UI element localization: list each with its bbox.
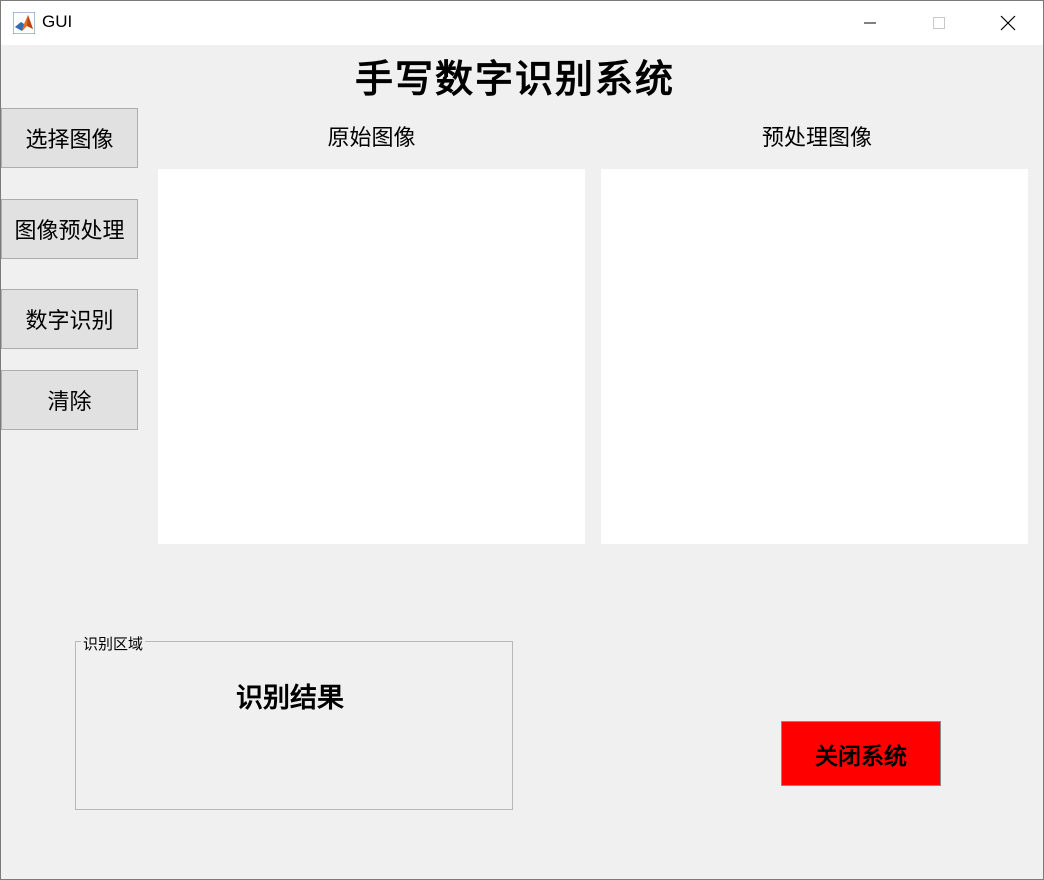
original-image-axes	[158, 169, 585, 544]
title-bar[interactable]: GUI	[1, 1, 1043, 45]
close-system-button[interactable]: 关闭系统	[781, 721, 941, 786]
recognition-result-text: 识别结果	[236, 683, 344, 714]
window-title: GUI	[42, 12, 73, 31]
matlab-icon	[13, 12, 35, 34]
clear-button[interactable]: 清除	[1, 370, 138, 430]
preprocess-image-button[interactable]: 图像预处理	[1, 199, 138, 259]
maximize-button[interactable]	[904, 1, 974, 45]
preprocessed-image-axes	[601, 169, 1028, 544]
close-icon	[1000, 15, 1016, 31]
maximize-icon	[933, 17, 945, 29]
minimize-icon	[864, 22, 876, 24]
select-image-button[interactable]: 选择图像	[1, 108, 138, 168]
original-image-label: 原始图像	[327, 126, 416, 151]
preprocessed-image-label: 预处理图像	[761, 126, 872, 151]
recognition-area-label: 识别区域	[81, 633, 146, 654]
minimize-button[interactable]	[835, 1, 905, 45]
recognize-digit-button[interactable]: 数字识别	[1, 289, 138, 349]
close-window-button[interactable]	[973, 1, 1043, 45]
page-title: 手写数字识别系统	[354, 56, 675, 101]
recognition-area-groupbox	[75, 641, 513, 810]
